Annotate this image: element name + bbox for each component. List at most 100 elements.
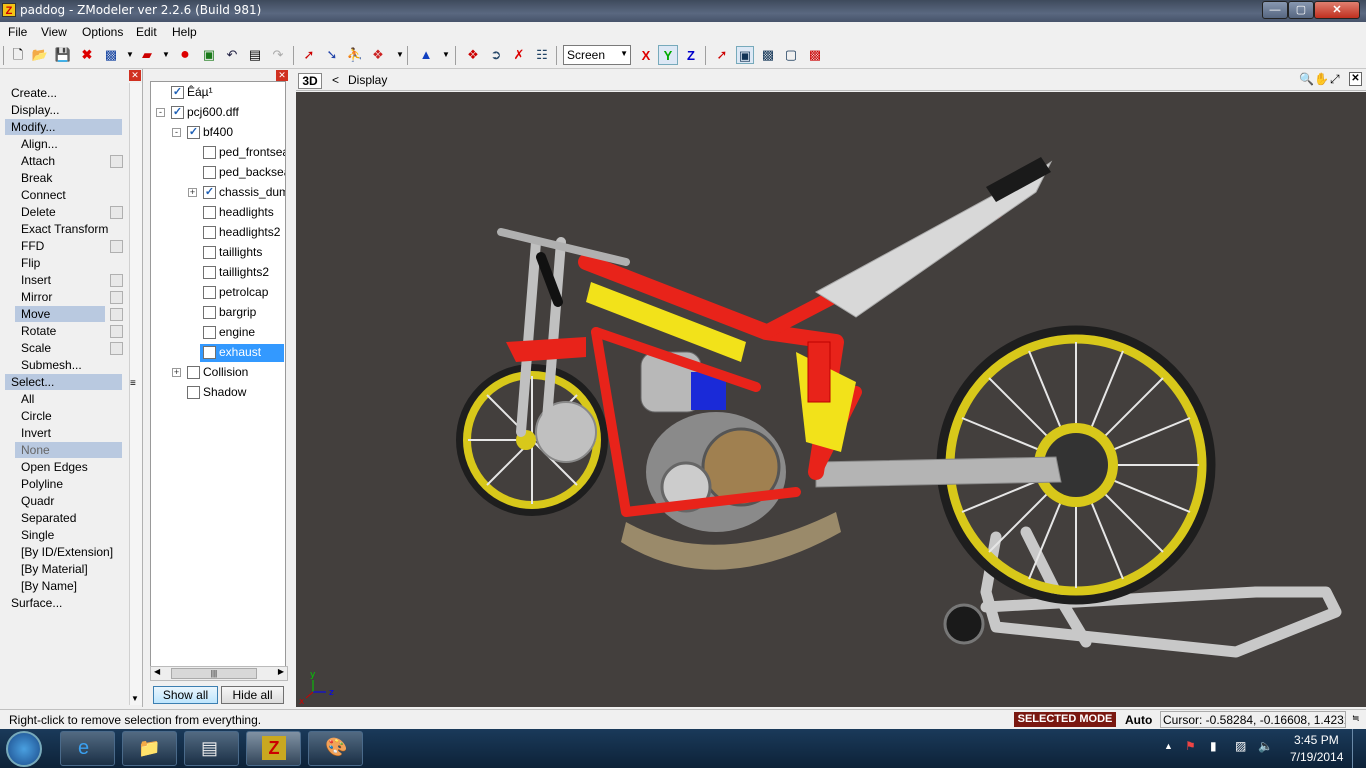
options-box-icon[interactable] — [110, 274, 123, 287]
tree-node-label[interactable]: petrolcap — [219, 285, 268, 299]
select-polygon-icon[interactable]: ❖ — [369, 46, 387, 64]
command-mirror[interactable]: Mirror — [21, 290, 52, 304]
command-attach[interactable]: Attach — [21, 154, 55, 168]
light-dropdown-arrow-icon[interactable]: ▼ — [437, 46, 455, 64]
network-icon[interactable]: ▨ — [1235, 739, 1246, 753]
tree-node-label[interactable]: engine — [219, 325, 255, 339]
tree-node-label[interactable]: headlights — [219, 205, 274, 219]
visibility-checkbox[interactable] — [203, 286, 216, 299]
taskbar-file-explorer[interactable]: 📁 — [122, 731, 177, 766]
command-surface[interactable]: Surface... — [11, 596, 62, 610]
menu-help[interactable]: Help — [172, 25, 197, 39]
command-panel-scrollbar[interactable]: ≡ ▼ — [129, 83, 142, 705]
open-folder-icon[interactable]: 📂 — [31, 46, 49, 64]
command-polyline[interactable]: Polyline — [21, 477, 63, 491]
tree-node-label[interactable]: Êáµ¹ — [187, 85, 213, 99]
pan-hand-icon[interactable]: ✋ — [1314, 72, 1329, 86]
taskbar-app[interactable]: ▤ — [184, 731, 239, 766]
delete-icon[interactable]: ✖ — [78, 46, 96, 64]
options-box-icon[interactable] — [110, 308, 123, 321]
tree-node-label[interactable]: Collision — [203, 365, 248, 379]
select-mode-icon[interactable]: ➚ — [300, 46, 318, 64]
3d-viewport[interactable]: y x z — [296, 92, 1366, 707]
command-invert[interactable]: Invert — [21, 426, 51, 440]
start-button[interactable] — [6, 731, 42, 767]
coordinate-system-select[interactable]: Screen ▼ — [563, 45, 631, 65]
axis-tool-icon[interactable]: ➲ — [487, 46, 505, 64]
export-icon[interactable]: ▰ — [138, 46, 156, 64]
options-box-icon[interactable] — [110, 342, 123, 355]
select-vertex-icon[interactable]: ➘ — [323, 46, 341, 64]
options-box-icon[interactable] — [110, 240, 123, 253]
close-button[interactable]: ✕ — [1314, 1, 1360, 19]
vertex-mode-icon[interactable]: ➚ — [713, 46, 731, 64]
tree-node-label[interactable]: headlights2 — [219, 225, 280, 239]
tree-node-label[interactable]: ped_backseat — [219, 165, 285, 179]
volume-icon[interactable]: 🔈 — [1258, 739, 1273, 753]
tree-node-label[interactable]: taillights — [219, 245, 262, 259]
clock-time[interactable]: 3:45 PM — [1294, 733, 1339, 747]
maximize-button[interactable]: ▢ — [1288, 1, 1314, 19]
grid-snap-icon[interactable]: ☷ — [533, 46, 551, 64]
command-move[interactable]: Move — [21, 307, 50, 321]
menu-options[interactable]: Options — [82, 25, 123, 39]
resize-grip-icon[interactable]: ≒ — [1352, 713, 1360, 724]
scroll-thumb[interactable]: ||| — [171, 668, 257, 679]
command-connect[interactable]: Connect — [21, 188, 66, 202]
expand-icon[interactable]: + — [188, 188, 197, 197]
maximize-viewport-icon[interactable]: ⤢ — [1330, 72, 1340, 87]
show-all-button[interactable]: Show all — [153, 686, 218, 704]
menu-edit[interactable]: Edit — [136, 25, 157, 39]
command-submesh[interactable]: Submesh... — [21, 358, 82, 372]
show-hidden-icons-icon[interactable]: ▲ — [1164, 741, 1173, 751]
menu-view[interactable]: View — [41, 25, 67, 39]
visibility-checkbox[interactable]: ✓ — [171, 86, 184, 99]
axis-z-toggle[interactable]: Z — [681, 45, 701, 65]
axis-x-toggle[interactable]: X — [636, 45, 656, 65]
visibility-checkbox[interactable] — [203, 346, 216, 359]
scroll-left-icon[interactable]: ◀ — [154, 667, 160, 676]
visibility-checkbox[interactable] — [203, 146, 216, 159]
close-icon[interactable]: ✕ — [129, 70, 141, 81]
command-delete[interactable]: Delete — [21, 205, 56, 219]
visibility-checkbox[interactable] — [187, 366, 200, 379]
options-box-icon[interactable] — [110, 325, 123, 338]
command-display[interactable]: Display... — [11, 103, 59, 117]
tree-node-label[interactable]: exhaust — [219, 345, 261, 359]
command-rotate[interactable]: Rotate — [21, 324, 56, 338]
expand-icon[interactable]: + — [172, 368, 181, 377]
options-box-icon[interactable] — [110, 206, 123, 219]
close-icon[interactable]: ✕ — [1349, 72, 1362, 86]
tree-node-label[interactable]: bargrip — [219, 305, 256, 319]
command-by-material[interactable]: [By Material] — [21, 562, 88, 576]
command-align[interactable]: Align... — [21, 137, 58, 151]
command-none[interactable]: None — [21, 443, 50, 457]
visibility-checkbox[interactable]: ✓ — [171, 106, 184, 119]
command-break[interactable]: Break — [21, 171, 52, 185]
document-icon[interactable]: ▤ — [246, 46, 264, 64]
record-icon[interactable]: ● — [176, 46, 194, 64]
command-by-name[interactable]: [By Name] — [21, 579, 77, 593]
visibility-checkbox[interactable] — [203, 246, 216, 259]
command-separated[interactable]: Separated — [21, 511, 76, 525]
hide-all-button[interactable]: Hide all — [221, 686, 284, 704]
device-icon[interactable]: ▮ — [1210, 739, 1217, 753]
collapse-icon[interactable]: - — [172, 128, 181, 137]
command-exact-transform[interactable]: Exact Transform — [21, 222, 108, 236]
scroll-down-icon[interactable]: ▼ — [131, 694, 139, 703]
command-insert[interactable]: Insert — [21, 273, 51, 287]
auto-indicator[interactable]: Auto — [1125, 713, 1152, 727]
command-by-id-extension[interactable]: [By ID/Extension] — [21, 545, 113, 559]
snap-icon[interactable]: ✗ — [510, 46, 528, 64]
import-icon[interactable]: ▩ — [102, 46, 120, 64]
collapse-icon[interactable]: - — [156, 108, 165, 117]
tree-node-label[interactable]: pcj600.dff — [187, 105, 239, 119]
face-mode-icon[interactable]: ▩ — [759, 46, 777, 64]
back-arrow-icon[interactable]: < — [332, 73, 339, 87]
command-modify[interactable]: Modify... — [11, 120, 55, 134]
tree-horizontal-scrollbar[interactable]: ◀ ||| ▶ — [150, 666, 288, 681]
undo-icon[interactable]: ↶ — [223, 46, 241, 64]
import-dropdown-arrow-icon[interactable]: ▼ — [121, 46, 139, 64]
scroll-right-icon[interactable]: ▶ — [278, 667, 284, 676]
visibility-checkbox[interactable] — [203, 326, 216, 339]
